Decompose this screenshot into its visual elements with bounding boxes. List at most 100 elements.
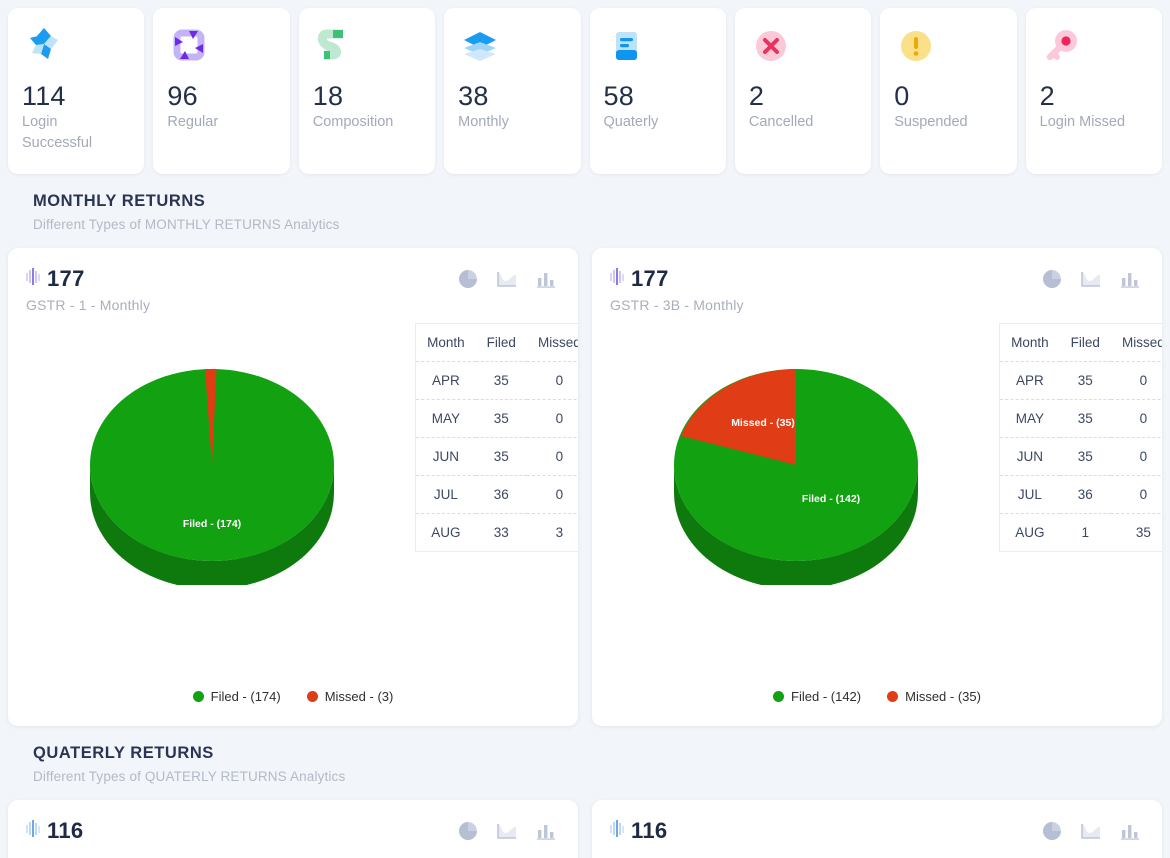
stat-label: Cancelled xyxy=(749,112,845,133)
chart-body: Missed - (35) Filed - (142) Month Filed … xyxy=(592,313,1162,703)
section-subtitle: Different Types of QUATERLY RETURNS Anal… xyxy=(33,769,1170,784)
rotate-frame-icon xyxy=(167,24,275,70)
legend-item-filed[interactable]: Filed - (174) xyxy=(193,689,281,704)
table-header-row: Month Filed Missed xyxy=(416,324,579,362)
stat-value: 0 xyxy=(894,82,1002,110)
table-row: JUN 35 0 xyxy=(1000,438,1163,476)
equalizer-icon xyxy=(26,268,41,290)
stat-label: Quaterly xyxy=(604,112,700,133)
cell-filed: 35 xyxy=(476,362,527,400)
col-missed: Missed xyxy=(1111,324,1162,362)
legend-item-filed[interactable]: Filed - (142) xyxy=(773,689,861,704)
cell-filed: 35 xyxy=(476,438,527,476)
area-chart-icon[interactable] xyxy=(1081,822,1101,846)
pie-slice-label-filed: Filed - (142) xyxy=(801,493,859,505)
section-quaterly-returns: QUATERLY RETURNS Different Types of QUAT… xyxy=(0,726,1170,784)
card-header-left: 177 GSTR - 3B - Monthly xyxy=(610,266,744,313)
legend-dot-filed xyxy=(193,691,204,702)
cell-month: JUL xyxy=(1000,476,1060,514)
stat-value: 18 xyxy=(313,82,421,110)
bar-chart-icon[interactable] xyxy=(1120,822,1140,846)
area-chart-icon[interactable] xyxy=(497,270,517,294)
dashboard-page: 114 Login Successful 96 Regular xyxy=(0,0,1170,858)
card-total: 116 xyxy=(631,818,667,844)
months-table-wrapper: Month Filed Missed APR 35 0 xyxy=(415,323,578,703)
table-row: MAY 35 0 xyxy=(416,400,579,438)
chart-body: Filed - (174) Month Filed Missed xyxy=(8,313,578,703)
chart-card-gstr-3b: 177 GSTR - 3B - Monthly xyxy=(592,248,1162,726)
pie-chart-icon[interactable] xyxy=(459,270,478,294)
cell-missed: 0 xyxy=(527,476,578,514)
card-header: 116 xyxy=(592,818,1162,846)
card-subtitle: GSTR - 3B - Monthly xyxy=(610,297,744,313)
pie-chart-icon[interactable] xyxy=(459,822,478,846)
stat-label: Login Missed xyxy=(1040,112,1136,133)
card-header-left: 177 GSTR - 1 - Monthly xyxy=(26,266,150,313)
cell-month: AUG xyxy=(416,514,476,552)
stat-card-composition[interactable]: 18 Composition xyxy=(299,8,435,174)
card-total: 177 xyxy=(631,266,669,292)
stat-value: 38 xyxy=(458,82,566,110)
cell-missed: 0 xyxy=(1111,362,1162,400)
area-chart-icon[interactable] xyxy=(1081,270,1101,294)
stat-card-login-missed[interactable]: 2 Login Missed xyxy=(1026,8,1162,174)
card-total: 116 xyxy=(47,818,83,844)
stat-label: Regular xyxy=(167,112,263,133)
equalizer-icon xyxy=(26,820,41,842)
stat-card-quaterly[interactable]: 58 Quaterly xyxy=(590,8,726,174)
legend-dot-filed xyxy=(773,691,784,702)
cell-filed: 35 xyxy=(1060,400,1111,438)
stat-card-cancelled[interactable]: 2 Cancelled xyxy=(735,8,871,174)
stat-value: 2 xyxy=(1040,82,1148,110)
stat-card-regular[interactable]: 96 Regular xyxy=(153,8,289,174)
pie-chart-icon[interactable] xyxy=(1043,270,1062,294)
cell-missed: 0 xyxy=(1111,476,1162,514)
area-chart-icon[interactable] xyxy=(497,822,517,846)
legend-item-missed[interactable]: Missed - (35) xyxy=(887,689,981,704)
stat-value: 96 xyxy=(167,82,275,110)
stat-value: 58 xyxy=(604,82,712,110)
col-month: Month xyxy=(416,324,476,362)
cell-month: APR xyxy=(1000,362,1060,400)
stat-value: 2 xyxy=(749,82,857,110)
stat-label: Login Successful xyxy=(22,112,118,154)
warning-circle-icon xyxy=(894,24,1002,70)
table-row: APR 35 0 xyxy=(416,362,579,400)
cell-month: AUG xyxy=(1000,514,1060,552)
bar-chart-icon[interactable] xyxy=(536,822,556,846)
section-monthly-returns: MONTHLY RETURNS Different Types of MONTH… xyxy=(0,174,1170,232)
layers-icon xyxy=(458,24,566,70)
pie-chart-gstr-3b[interactable]: Missed - (35) Filed - (142) xyxy=(592,323,999,703)
cell-missed: 0 xyxy=(527,438,578,476)
document-lines-icon xyxy=(604,24,712,70)
chart-type-toggles xyxy=(459,266,556,294)
chart-legend: Filed - (142) Missed - (35) xyxy=(592,689,1162,704)
legend-item-missed[interactable]: Missed - (3) xyxy=(307,689,394,704)
card-total-line: 116 xyxy=(610,818,667,844)
chart-type-toggles xyxy=(459,818,556,846)
cell-filed: 33 xyxy=(476,514,527,552)
chart-legend: Filed - (174) Missed - (3) xyxy=(8,689,578,704)
cell-filed: 35 xyxy=(1060,362,1111,400)
stat-card-monthly[interactable]: 38 Monthly xyxy=(444,8,580,174)
cell-filed: 35 xyxy=(476,400,527,438)
cell-month: MAY xyxy=(416,400,476,438)
table-row: AUG 1 35 xyxy=(1000,514,1163,552)
stat-card-login-successful[interactable]: 114 Login Successful xyxy=(8,8,144,174)
pie-chart-gstr-1[interactable]: Filed - (174) xyxy=(8,323,415,703)
cell-filed: 36 xyxy=(1060,476,1111,514)
chart-card-quaterly-2: 116 xyxy=(592,800,1162,858)
legend-dot-missed xyxy=(887,691,898,702)
legend-label: Missed - (35) xyxy=(905,689,981,704)
chart-card-gstr-1: 177 GSTR - 1 - Monthly xyxy=(8,248,578,726)
pie-chart-icon[interactable] xyxy=(1043,822,1062,846)
table-row: JUN 35 0 xyxy=(416,438,579,476)
cell-month: JUL xyxy=(416,476,476,514)
stat-card-suspended[interactable]: 0 Suspended xyxy=(880,8,1016,174)
bar-chart-icon[interactable] xyxy=(1120,270,1140,294)
table-header-row: Month Filed Missed xyxy=(1000,324,1163,362)
bar-chart-icon[interactable] xyxy=(536,270,556,294)
cell-missed: 35 xyxy=(1111,514,1162,552)
section-subtitle: Different Types of MONTHLY RETURNS Analy… xyxy=(33,217,1170,232)
stats-row: 114 Login Successful 96 Regular xyxy=(0,0,1170,174)
